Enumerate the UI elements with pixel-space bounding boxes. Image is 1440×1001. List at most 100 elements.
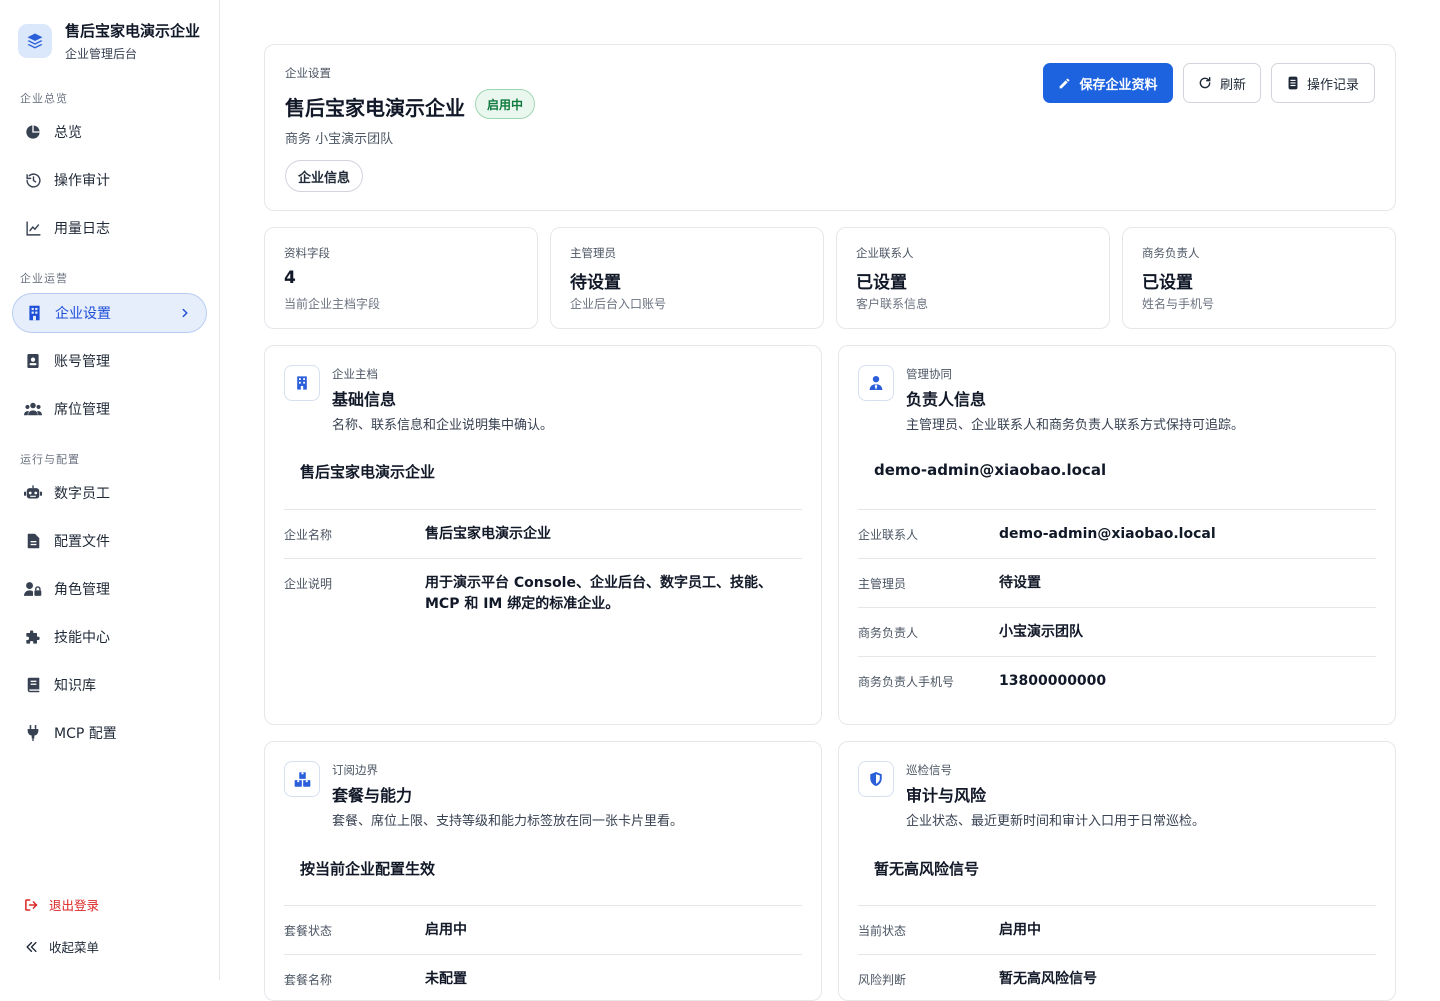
section-title: 负责人信息 (906, 390, 987, 409)
stat-value: 已设置 (1142, 273, 1193, 293)
sidebar-item-label: 账号管理 (54, 354, 110, 370)
tab-enterprise-info[interactable]: 企业信息 (285, 160, 364, 192)
detail-value: 待设置 (999, 575, 1041, 591)
status-badge: 启用中 (475, 89, 536, 119)
save-enterprise-label: 保存企业资料 (1079, 77, 1158, 93)
section-highlight: demo-admin@xiaobao.local (874, 461, 1107, 479)
section-title: 基础信息 (332, 390, 397, 409)
sidebar-item-accounts[interactable]: 账号管理 (12, 341, 207, 381)
detail-row: 商务负责人手机号 13800000000 (858, 656, 1376, 705)
sidebar-item-config-files[interactable]: 配置文件 (12, 521, 207, 561)
detail-value: 启用中 (999, 922, 1041, 938)
operation-log-button[interactable]: 操作记录 (1271, 63, 1375, 103)
scroll-icon (1287, 76, 1299, 90)
section-kicker: 企业主档 (332, 367, 378, 381)
section-kicker: 订阅边界 (332, 763, 378, 777)
building-icon (284, 365, 320, 401)
sidebar-item-audit[interactable]: 操作审计 (12, 160, 207, 200)
sidebar-item-seats[interactable]: 席位管理 (12, 389, 207, 429)
detail-label: 主管理员 (858, 577, 907, 591)
sidebar-item-label: 知识库 (54, 678, 96, 694)
sidebar-item-label: 配置文件 (54, 534, 110, 550)
sidebar-item-label: 企业设置 (55, 306, 111, 322)
id-badge-icon (24, 352, 42, 370)
section-kicker: 管理协同 (906, 367, 952, 381)
detail-row: 企业名称 售后宝家电演示企业 (284, 509, 802, 558)
stat-label: 主管理员 (570, 246, 616, 260)
stat-desc: 姓名与手机号 (1142, 297, 1215, 311)
section-label-operations: 企业运营 (20, 272, 68, 285)
pie-chart-icon (24, 123, 42, 141)
basic-info-card: 企业主档 基础信息 名称、联系信息和企业说明集中确认。 售后宝家电演示企业 企业… (264, 345, 822, 725)
detail-value: 小宝演示团队 (999, 624, 1083, 640)
users-icon (24, 400, 42, 418)
section-highlight: 按当前企业配置生效 (300, 860, 436, 878)
refresh-button[interactable]: 刷新 (1183, 63, 1261, 103)
stat-label: 企业联系人 (856, 246, 914, 260)
section-desc: 企业状态、最近更新时间和审计入口用于日常巡检。 (906, 814, 1206, 829)
detail-label: 商务负责人手机号 (858, 675, 955, 689)
logout-icon (24, 898, 39, 912)
stat-value: 4 (284, 268, 296, 288)
stat-card-main-admin: 主管理员 待设置 企业后台入口账号 (550, 227, 824, 329)
plan-capability-card: 订阅边界 套餐与能力 套餐、席位上限、支持等级和能力标签放在同一张卡片里看。 按… (264, 741, 822, 1001)
user-lock-icon (24, 580, 42, 598)
stat-desc: 客户联系信息 (856, 297, 929, 311)
user-tie-icon (858, 365, 894, 401)
brand[interactable]: 售后宝家电演示企业 企业管理后台 (18, 20, 200, 62)
detail-label: 企业联系人 (858, 528, 919, 542)
stat-card-business-owner: 商务负责人 已设置 姓名与手机号 (1122, 227, 1396, 329)
save-enterprise-button[interactable]: 保存企业资料 (1043, 63, 1173, 103)
plug-icon (24, 724, 42, 742)
logout-label: 退出登录 (49, 898, 100, 913)
detail-value: 用于演示平台 Console、企业后台、数字员工、技能、MCP 和 IM 绑定的… (425, 575, 772, 612)
sidebar-item-skills[interactable]: 技能中心 (12, 617, 207, 657)
detail-row: 套餐名称 未配置 (284, 954, 802, 1000)
brand-title: 售后宝家电演示企业 (65, 22, 201, 40)
sidebar-item-label: 角色管理 (54, 582, 110, 598)
refresh-icon (1198, 76, 1212, 90)
stat-label: 资料字段 (284, 246, 330, 260)
collapse-menu-button[interactable]: 收起菜单 (24, 937, 99, 956)
file-icon (24, 532, 42, 550)
logout-button[interactable]: 退出登录 (24, 895, 99, 914)
sidebar-item-knowledge-base[interactable]: 知识库 (12, 665, 207, 705)
stat-card-contact: 企业联系人 已设置 客户联系信息 (836, 227, 1110, 329)
detail-row: 套餐状态 启用中 (284, 905, 802, 954)
owner-info-card: 管理协同 负责人信息 主管理员、企业联系人和商务负责人联系方式保持可追踪。 de… (838, 345, 1396, 725)
line-chart-icon (24, 219, 42, 237)
boxes-icon (284, 761, 320, 797)
section-title: 套餐与能力 (332, 786, 413, 805)
book-icon (24, 676, 42, 694)
shield-icon (858, 761, 894, 797)
sidebar-item-label: 总览 (54, 125, 82, 141)
enterprise-header-card: 企业设置 售后宝家电演示企业 启用中 商务 小宝演示团队 企业信息 保存企业资料… (264, 44, 1396, 211)
audit-risk-card: 巡检信号 审计与风险 企业状态、最近更新时间和审计入口用于日常巡检。 暂无高风险… (838, 741, 1396, 1001)
building-icon (25, 304, 43, 322)
sidebar-item-digital-employees[interactable]: 数字员工 (12, 473, 207, 513)
stat-value: 已设置 (856, 273, 907, 293)
sidebar-item-label: 数字员工 (54, 486, 110, 502)
layers-icon (18, 24, 52, 58)
sidebar-item-label: 席位管理 (54, 402, 110, 418)
section-label-overview: 企业总览 (20, 92, 68, 105)
detail-value: 启用中 (425, 922, 467, 938)
sidebar-item-label: 技能中心 (54, 630, 110, 646)
header-kicker: 企业设置 (285, 66, 331, 80)
detail-row: 主管理员 待设置 (858, 558, 1376, 607)
stat-card-fields: 资料字段 4 当前企业主档字段 (264, 227, 538, 329)
operation-log-label: 操作记录 (1306, 77, 1359, 93)
sidebar-item-mcp-config[interactable]: MCP 配置 (12, 713, 207, 753)
detail-row: 风险判断 暂无高风险信号 (858, 954, 1376, 1000)
collapse-menu-label: 收起菜单 (49, 940, 100, 955)
section-desc: 套餐、席位上限、支持等级和能力标签放在同一张卡片里看。 (332, 814, 684, 829)
section-highlight: 售后宝家电演示企业 (300, 463, 436, 481)
chevron-right-icon (178, 305, 192, 324)
sidebar-item-roles[interactable]: 角色管理 (12, 569, 207, 609)
detail-row: 商务负责人 小宝演示团队 (858, 607, 1376, 656)
sidebar-item-usage[interactable]: 用量日志 (12, 208, 207, 248)
sidebar-item-enterprise-settings[interactable]: 企业设置 (12, 293, 207, 333)
sidebar-item-overview[interactable]: 总览 (12, 112, 207, 152)
detail-label: 企业说明 (284, 577, 333, 591)
brand-subtitle: 企业管理后台 (65, 47, 138, 61)
